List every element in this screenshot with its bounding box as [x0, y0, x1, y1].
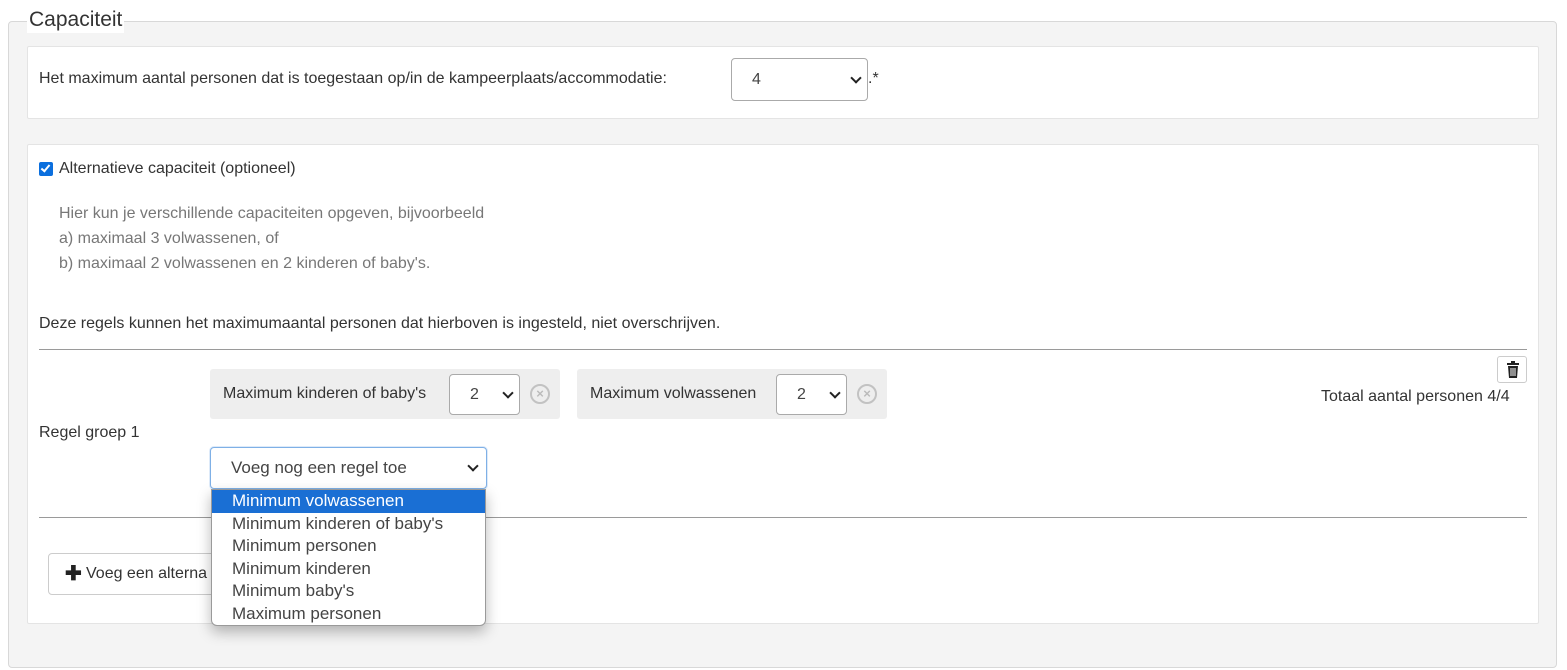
help-line-3: b) maximaal 2 volwassenen en 2 kinderen …: [59, 255, 431, 272]
option-minimum-kinderen[interactable]: Minimum kinderen: [212, 558, 485, 581]
total-persons: Totaal aantal personen 4/4: [1321, 388, 1510, 405]
checkmark-icon: [40, 162, 51, 173]
max-children-value: 2: [470, 385, 479, 403]
max-capacity-value: 4: [752, 70, 761, 88]
chevron-down-icon: [850, 72, 862, 84]
chevron-down-icon: [829, 387, 841, 399]
chevron-down-icon: [502, 387, 514, 399]
option-minimum-babys[interactable]: Minimum baby's: [212, 580, 485, 603]
divider-top: [39, 349, 1527, 350]
option-minimum-volwassenen[interactable]: Minimum volwassenen: [212, 490, 485, 513]
option-minimum-kinderen-of-babys[interactable]: Minimum kinderen of baby's: [212, 513, 485, 536]
add-alt-capacity-label: Voeg een alterna: [86, 565, 207, 582]
option-maximum-personen[interactable]: Maximum personen: [212, 603, 485, 626]
help-line-2: a) maximaal 3 volwassenen, of: [59, 230, 279, 247]
delete-rule-group-button[interactable]: [1497, 356, 1527, 383]
rule-chip-max-children: Maximum kinderen of baby's 2 ×: [210, 369, 560, 419]
max-children-select[interactable]: 2: [449, 374, 520, 415]
rule-label-max-children: Maximum kinderen of baby's: [223, 385, 427, 402]
rules-note: Deze regels kunnen het maximumaantal per…: [39, 315, 721, 332]
plus-icon: ✚: [65, 563, 82, 585]
section-legend: Capaciteit: [27, 7, 125, 33]
add-rule-select-value: Voeg nog een regel toe: [231, 458, 407, 477]
max-capacity-label: Het maximum aantal personen dat is toege…: [39, 70, 667, 87]
add-alt-capacity-button[interactable]: ✚ Voeg een alterna: [48, 553, 238, 595]
trash-icon: [1507, 361, 1519, 378]
add-rule-dropdown-list: Minimum volwassenen Minimum kinderen of …: [211, 489, 486, 626]
max-adults-select[interactable]: 2: [776, 374, 847, 415]
option-minimum-personen[interactable]: Minimum personen: [212, 535, 485, 558]
help-line-1: Hier kun je verschillende capaciteiten o…: [59, 205, 485, 222]
alt-capacity-checkbox-label[interactable]: Alternatieve capaciteit (optioneel): [59, 159, 296, 179]
alt-capacity-checkbox[interactable]: [39, 162, 53, 176]
clear-circle-icon[interactable]: ×: [857, 384, 877, 404]
chevron-down-icon: [467, 460, 479, 472]
max-capacity-select[interactable]: 4: [731, 58, 868, 101]
clear-circle-icon[interactable]: ×: [530, 384, 550, 404]
rule-group-label: Regel groep 1: [39, 424, 140, 441]
max-adults-value: 2: [797, 385, 806, 403]
rule-label-max-adults: Maximum volwassenen: [590, 385, 757, 402]
rule-chip-max-adults: Maximum volwassenen 2 ×: [577, 369, 887, 419]
add-rule-select[interactable]: Voeg nog een regel toe: [210, 447, 487, 489]
required-mark: .*: [868, 70, 879, 87]
